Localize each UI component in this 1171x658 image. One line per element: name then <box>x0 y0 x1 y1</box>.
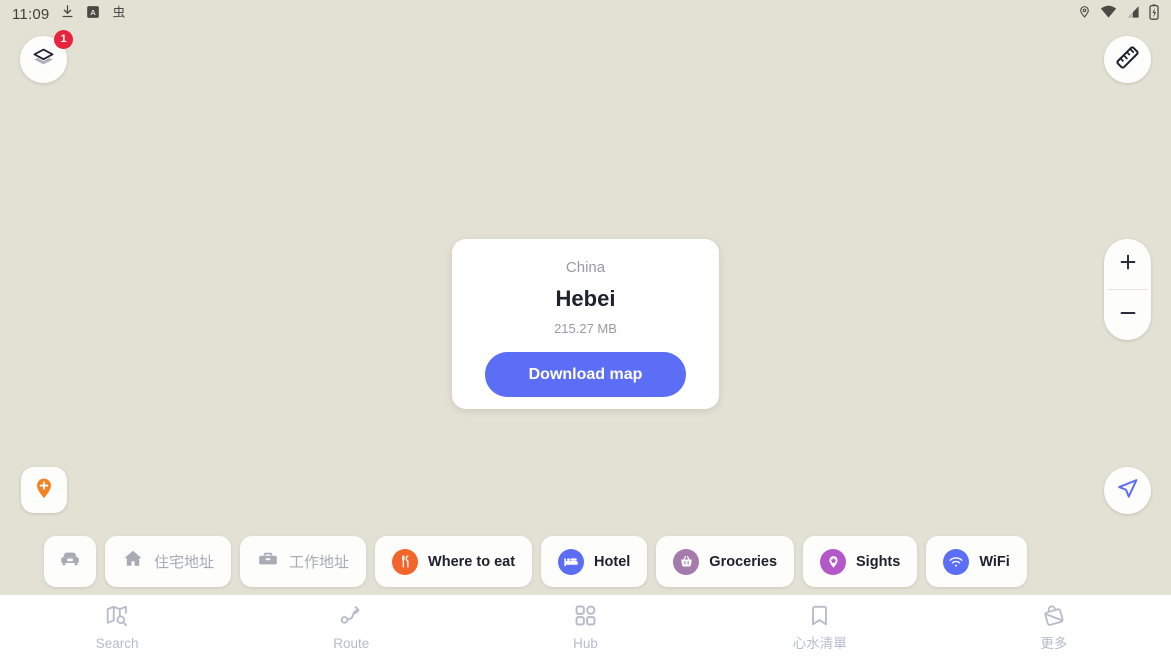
minus-icon <box>1117 302 1139 329</box>
nav-item-more[interactable]: 更多 <box>937 595 1171 658</box>
nav-item-route[interactable]: Route <box>234 595 468 658</box>
basket-icon <box>673 548 700 575</box>
chip-wifi[interactable]: WiFi <box>926 536 1027 587</box>
layers-button[interactable]: 1 <box>20 30 73 83</box>
chip-label: Sights <box>856 553 901 570</box>
layers-badge-count: 1 <box>54 30 73 49</box>
map-app-screen: 11:09 A 虫 1 China Hebei 215.27 MB Downlo… <box>0 0 1171 658</box>
category-chip-row: 住宅地址 工作地址 Where to eat Hotel Groceries S… <box>44 536 1027 587</box>
chip-car[interactable] <box>44 536 96 587</box>
svg-text:虫: 虫 <box>113 4 126 19</box>
layers-icon <box>31 45 56 75</box>
navigation-arrow-icon <box>1115 476 1140 506</box>
car-icon <box>58 547 82 576</box>
route-icon <box>338 602 364 633</box>
map-search-icon <box>104 602 130 633</box>
nav-label: Route <box>333 636 370 652</box>
card-size-label: 215.27 MB <box>554 321 617 336</box>
battery-charging-icon <box>1149 3 1159 25</box>
chip-label: 住宅地址 <box>154 554 215 571</box>
chip-label: Hotel <box>594 553 631 570</box>
chip-where-to-eat[interactable]: Where to eat <box>375 536 533 587</box>
chip-sights[interactable]: Sights <box>803 536 918 587</box>
bookmark-icon <box>807 603 832 633</box>
briefcase-icon <box>257 548 279 575</box>
add-point-button[interactable] <box>21 467 67 513</box>
status-clock: 11:09 <box>12 5 50 23</box>
chinese-glyph-icon: 虫 <box>111 4 127 25</box>
card-region-title: Hebei <box>555 286 616 311</box>
nav-item-bookmarks[interactable]: 心水清單 <box>703 595 937 658</box>
nav-label: Search <box>95 636 139 652</box>
wifi-icon <box>1100 5 1117 24</box>
home-icon <box>122 548 144 575</box>
chip-home-address[interactable]: 住宅地址 <box>105 536 232 587</box>
bottom-navigation-bar: Search Route Hub 心水清單 更多 <box>0 595 1171 658</box>
wifi-icon <box>943 548 970 575</box>
chip-groceries[interactable]: Groceries <box>656 536 795 587</box>
nav-item-hub[interactable]: Hub <box>468 595 702 658</box>
download-icon <box>60 4 75 24</box>
locate-me-button[interactable] <box>1104 467 1151 514</box>
app-badge-icon: A <box>86 5 100 24</box>
chip-label: Where to eat <box>428 553 516 570</box>
restaurant-icon <box>392 548 419 575</box>
location-icon <box>1078 4 1091 24</box>
plus-icon <box>1117 251 1139 278</box>
status-bar-right-group <box>1078 3 1159 25</box>
status-bar-left-group: 11:09 A 虫 <box>12 4 127 25</box>
chip-work-address[interactable]: 工作地址 <box>240 536 367 587</box>
sights-pin-icon <box>820 548 847 575</box>
download-map-button[interactable]: Download map <box>485 352 686 397</box>
grid-hub-icon <box>573 603 598 633</box>
nav-label: 心水清單 <box>792 635 847 651</box>
status-bar: 11:09 A 虫 <box>0 0 1171 28</box>
chip-label: 工作地址 <box>289 554 350 571</box>
nav-item-search[interactable]: Search <box>0 595 234 658</box>
zoom-in-button[interactable] <box>1104 239 1151 289</box>
chip-label: WiFi <box>979 553 1010 570</box>
hotel-bed-icon <box>558 548 585 575</box>
zoom-controls <box>1104 239 1151 340</box>
more-bag-icon <box>1041 603 1066 633</box>
zoom-out-button[interactable] <box>1104 290 1151 340</box>
nav-label: Hub <box>573 635 598 651</box>
add-pin-icon <box>32 476 56 505</box>
measure-ruler-button[interactable] <box>1104 36 1151 83</box>
card-country-label: China <box>565 259 606 276</box>
ruler-icon <box>1114 44 1141 76</box>
chip-label: Groceries <box>709 553 778 570</box>
svg-text:A: A <box>91 7 97 16</box>
signal-icon <box>1126 5 1140 24</box>
nav-label: 更多 <box>1040 635 1068 651</box>
map-download-card: China Hebei 215.27 MB Download map <box>452 239 719 409</box>
chip-hotel[interactable]: Hotel <box>541 536 648 587</box>
